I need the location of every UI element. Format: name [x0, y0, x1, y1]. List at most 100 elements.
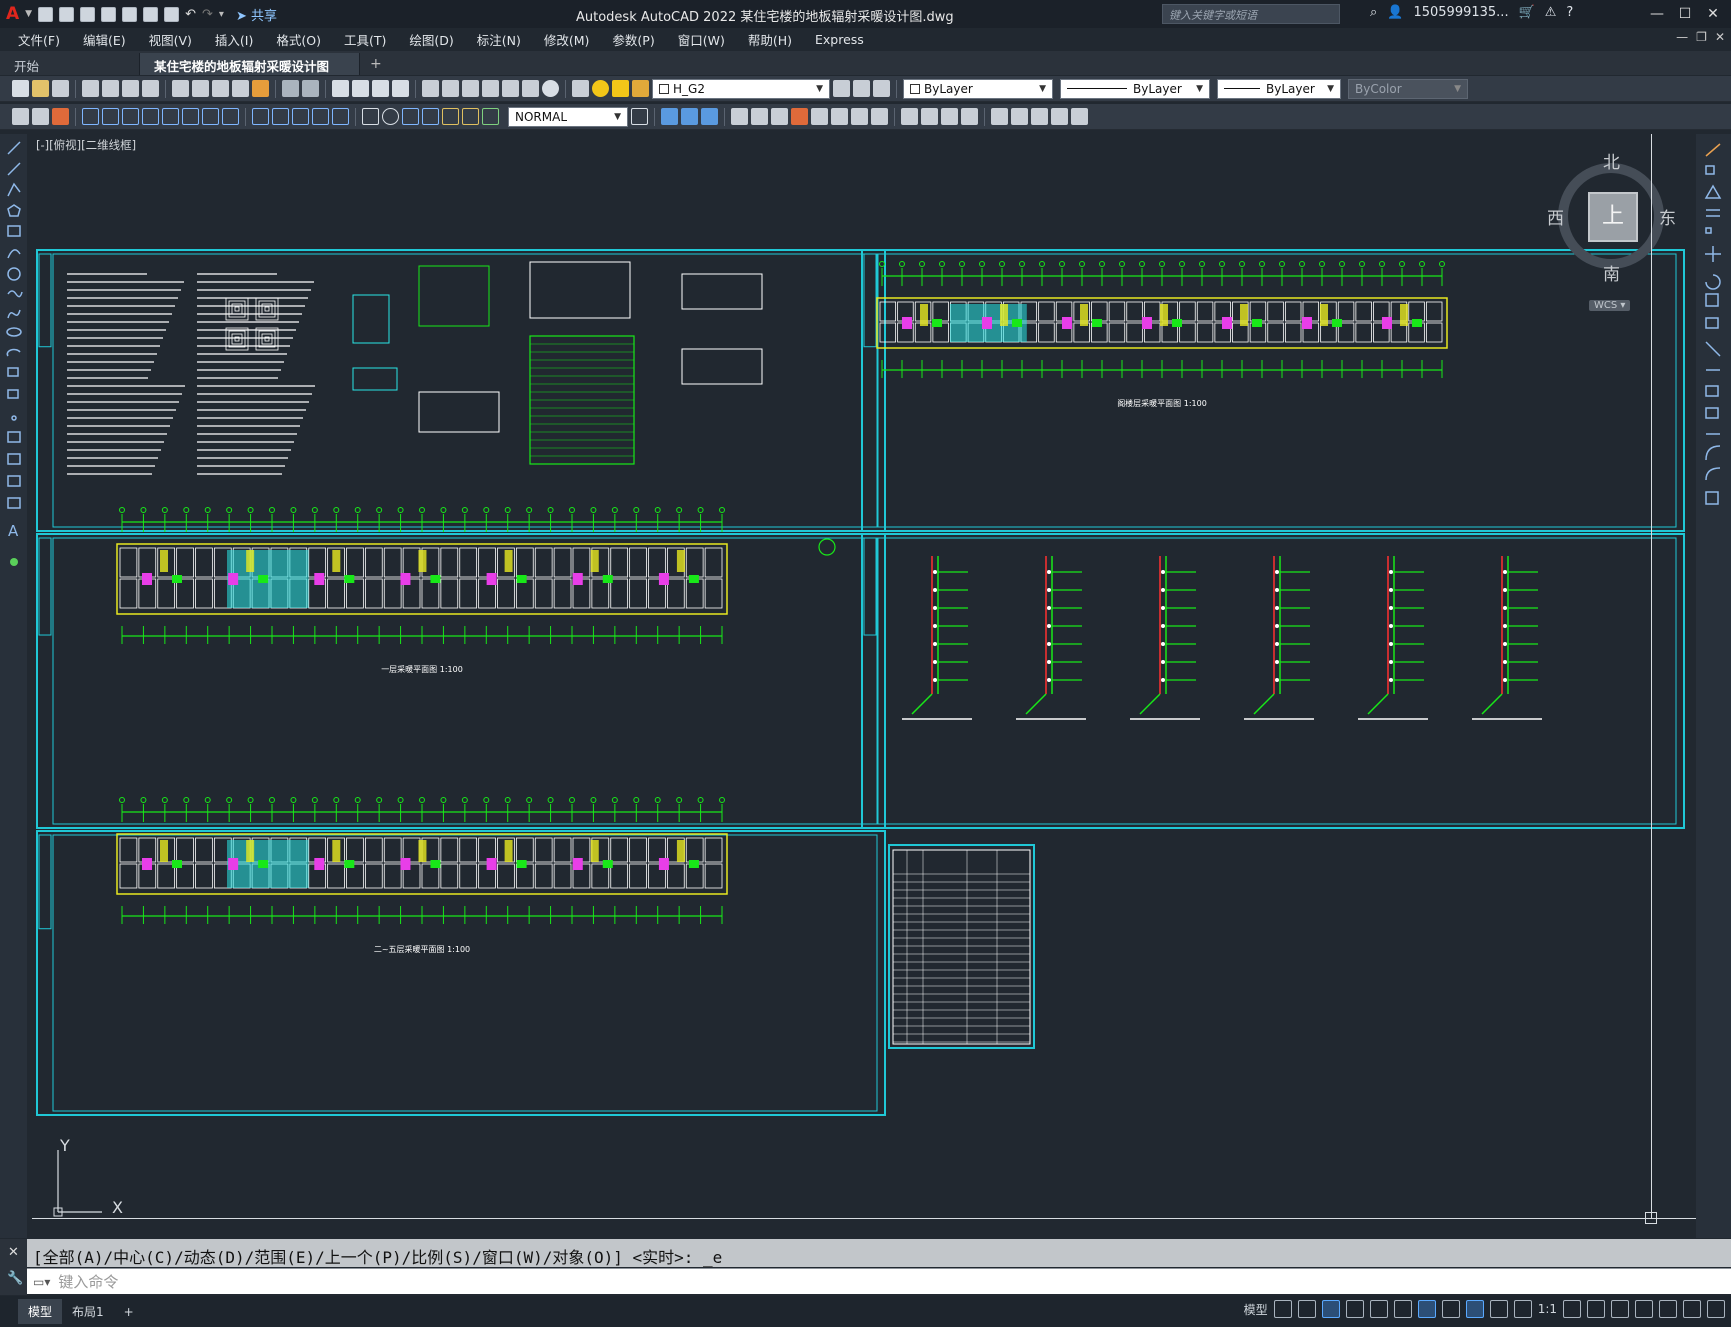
- menu-express[interactable]: Express: [815, 32, 864, 47]
- menu-format[interactable]: 格式(O): [276, 30, 321, 49]
- doc-close-icon[interactable]: ✕: [1715, 30, 1725, 44]
- customize-qat-icon[interactable]: ▾: [219, 9, 224, 20]
- help-icon[interactable]: [542, 80, 559, 97]
- center-mark-icon[interactable]: [382, 108, 399, 125]
- search-icon[interactable]: ⌕: [1370, 5, 1377, 20]
- clean-screen-icon[interactable]: [1683, 1300, 1701, 1318]
- doc-restore-icon[interactable]: ❐: [1696, 30, 1707, 44]
- boundary-icon[interactable]: [1031, 108, 1048, 125]
- ungroup-icon[interactable]: [751, 108, 768, 125]
- polyline-icon[interactable]: [7, 182, 21, 197]
- aligned-dimension-icon[interactable]: [102, 108, 119, 125]
- tab-start[interactable]: 开始: [0, 53, 140, 75]
- object-snap-icon[interactable]: [1417, 1300, 1436, 1318]
- make-block-icon[interactable]: [921, 108, 938, 125]
- dimstyle-dropdown[interactable]: NORMAL ▼: [508, 106, 628, 127]
- cart-icon[interactable]: 🛒: [1519, 5, 1535, 20]
- erase-icon[interactable]: [52, 108, 69, 125]
- autocad-logo-icon[interactable]: A: [6, 4, 19, 24]
- group-icon[interactable]: [731, 108, 748, 125]
- search-input[interactable]: 键入关键字或短语: [1162, 4, 1340, 24]
- menu-dimension[interactable]: 标注(N): [477, 30, 521, 49]
- compass-north[interactable]: 北: [1603, 148, 1620, 173]
- menu-edit[interactable]: 编辑(E): [83, 30, 126, 49]
- bring-to-front-icon[interactable]: [681, 108, 698, 125]
- save-icon[interactable]: [52, 80, 69, 97]
- layer-on-icon[interactable]: [592, 80, 609, 97]
- line-tool-icon[interactable]: [7, 141, 21, 155]
- arc-length-icon[interactable]: [122, 108, 139, 125]
- annotation-visibility-icon[interactable]: [1465, 1300, 1484, 1318]
- plotstyle-dropdown[interactable]: ByColor ▼: [1348, 78, 1468, 99]
- dimension-edit-icon[interactable]: [442, 108, 459, 125]
- close-icon[interactable]: ✕: [1699, 2, 1727, 26]
- copy-icon[interactable]: [1705, 165, 1715, 175]
- dimension-break-icon[interactable]: [332, 108, 349, 125]
- revision-cloud-icon[interactable]: [7, 290, 23, 298]
- cut-icon[interactable]: [172, 80, 189, 97]
- menu-modify[interactable]: 修改(M): [544, 30, 590, 49]
- new-file-icon[interactable]: [38, 6, 54, 22]
- diameter-dimension-icon[interactable]: [202, 108, 219, 125]
- model-space-toggle[interactable]: 模型: [1244, 1301, 1268, 1318]
- dimension-text-edit-icon[interactable]: [462, 108, 479, 125]
- close-command-line-icon[interactable]: ✕: [8, 1245, 19, 1260]
- send-to-back-icon[interactable]: [701, 108, 718, 125]
- lineweight-icon[interactable]: [1441, 1300, 1460, 1318]
- ellipse-icon[interactable]: [6, 327, 22, 337]
- table-icon[interactable]: [7, 497, 21, 509]
- dimension-space-icon[interactable]: [312, 108, 329, 125]
- copy-icon[interactable]: [192, 80, 209, 97]
- xref-icon[interactable]: [941, 108, 958, 125]
- region-icon[interactable]: [851, 108, 868, 125]
- layer-properties-icon[interactable]: [572, 80, 589, 97]
- tab-drawing[interactable]: 某住宅楼的地板辐射采暖设计图*✕: [140, 53, 360, 90]
- qnew-icon[interactable]: [12, 108, 29, 125]
- customize-status-icon[interactable]: [1707, 1300, 1725, 1318]
- draw-order-icon[interactable]: [661, 108, 678, 125]
- gradient-icon[interactable]: [1011, 108, 1028, 125]
- array-icon[interactable]: [1705, 227, 1712, 234]
- polygon-icon[interactable]: [7, 204, 21, 217]
- radius-dimension-icon[interactable]: [162, 108, 179, 125]
- multiline-text-icon[interactable]: A: [8, 522, 19, 540]
- plot-icon[interactable]: [82, 80, 99, 97]
- plot-icon[interactable]: [164, 6, 180, 22]
- sheet-set-icon[interactable]: [482, 80, 499, 97]
- autodesk-app-icon[interactable]: ⚠: [1545, 5, 1557, 20]
- layout-tab-layout1[interactable]: 布局1: [62, 1299, 114, 1324]
- maximize-icon[interactable]: ☐: [1671, 2, 1699, 26]
- menu-view[interactable]: 视图(V): [149, 30, 192, 49]
- ortho-icon[interactable]: [1321, 1300, 1340, 1318]
- menu-file[interactable]: 文件(F): [18, 30, 60, 49]
- ordinate-dimension-icon[interactable]: [142, 108, 159, 125]
- gradient-icon[interactable]: [7, 453, 21, 465]
- compass-south[interactable]: 南: [1603, 260, 1620, 285]
- menu-draw[interactable]: 绘图(D): [409, 30, 453, 49]
- linear-dimension-icon[interactable]: [82, 108, 99, 125]
- viewport-controls[interactable]: [-][俯视][二维线框]: [36, 137, 136, 153]
- construction-line-icon[interactable]: [7, 162, 21, 176]
- angular-dimension-icon[interactable]: [222, 108, 239, 125]
- minimize-icon[interactable]: —: [1643, 2, 1671, 26]
- make-current-layer-icon[interactable]: [833, 80, 850, 97]
- tool-palettes-icon[interactable]: [462, 80, 479, 97]
- scale-icon[interactable]: [1705, 293, 1719, 307]
- menu-window[interactable]: 窗口(W): [678, 30, 725, 49]
- share-button[interactable]: ➤ 共享: [236, 5, 277, 24]
- wcs-menu[interactable]: WCS ▾: [1589, 300, 1631, 311]
- join-icon[interactable]: [1705, 407, 1719, 419]
- osnap-tracking-icon[interactable]: [1369, 1300, 1388, 1318]
- linetype-dropdown[interactable]: ByLayer ▼: [1060, 78, 1210, 99]
- offset-icon[interactable]: [1706, 209, 1720, 217]
- command-input[interactable]: [58, 1272, 659, 1291]
- user-name[interactable]: 1505999135...: [1413, 5, 1508, 20]
- area-icon[interactable]: [831, 108, 848, 125]
- insert-block-icon[interactable]: [7, 367, 19, 377]
- snap-icon[interactable]: [1297, 1300, 1316, 1318]
- menu-help[interactable]: 帮助(H): [748, 30, 792, 49]
- make-block-icon[interactable]: [7, 389, 19, 399]
- annotation-scale-icon[interactable]: [1513, 1300, 1532, 1318]
- publish-icon[interactable]: [122, 80, 139, 97]
- explode-icon[interactable]: [1705, 491, 1719, 505]
